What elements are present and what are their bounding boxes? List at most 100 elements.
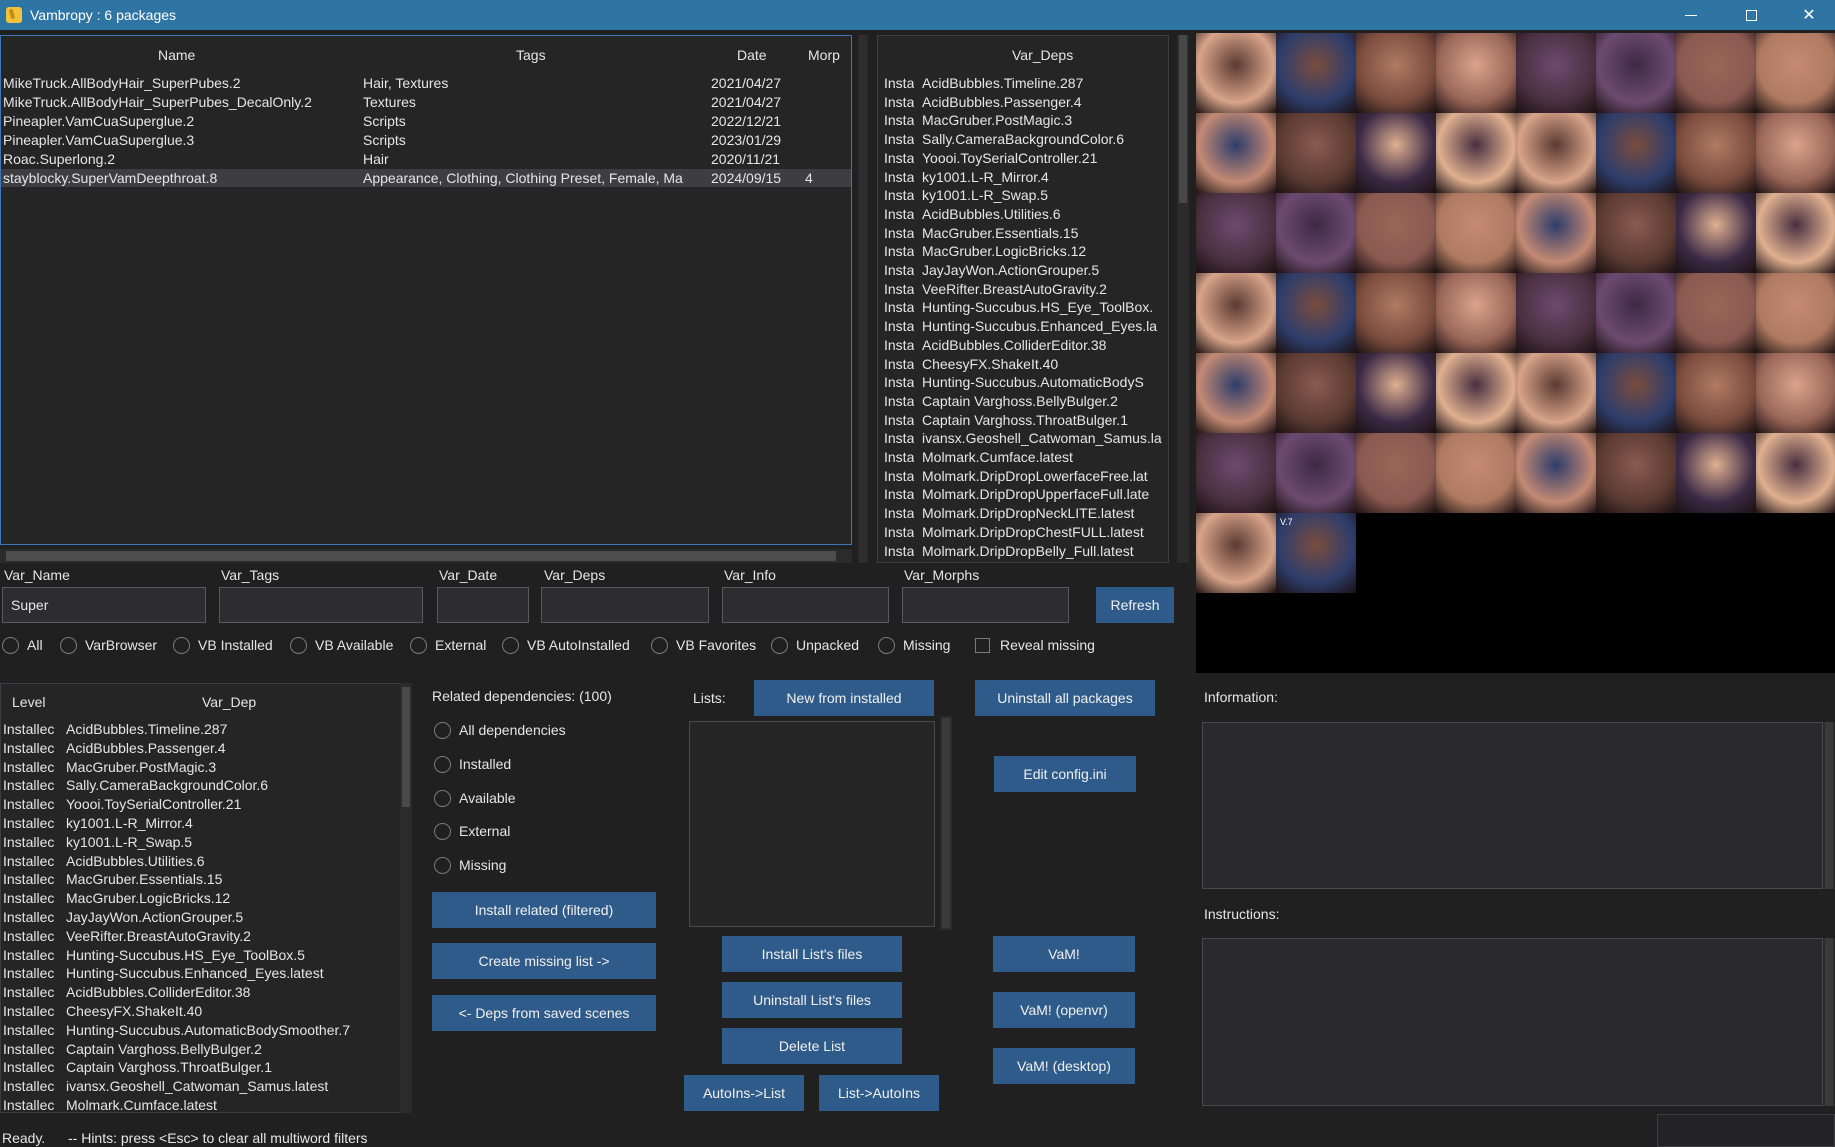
var-dep-row[interactable]: Insta MacGruber.Essentials.15 <box>878 224 1168 242</box>
preview-thumbnail[interactable] <box>1596 193 1676 273</box>
scope-radio-unpacked[interactable]: Unpacked <box>771 635 859 655</box>
dependency-row[interactable]: Installec CheesyFX.ShakeIt.40 <box>1 1002 399 1020</box>
scope-radio-external[interactable]: External <box>410 635 486 655</box>
dependency-row[interactable]: Installec Sally.CameraBackgroundColor.6 <box>1 776 399 794</box>
preview-thumbnail[interactable] <box>1436 113 1516 193</box>
var-dep-row[interactable]: Insta Hunting-Succubus.Enhanced_Eyes.la <box>878 317 1168 335</box>
edit-config-button[interactable]: Edit config.ini <box>994 756 1136 792</box>
preview-thumbnail[interactable] <box>1276 273 1356 353</box>
dependency-row[interactable]: Installec Hunting-Succubus.AutomaticBodyS… <box>1 1021 399 1039</box>
preview-thumbnail[interactable] <box>1436 33 1516 113</box>
var-dep-row[interactable]: Insta Molmark.DripDropUpperfaceFull.late <box>878 485 1168 503</box>
scope-radio-varbrowser[interactable]: VarBrowser <box>60 635 157 655</box>
preview-thumbnail[interactable] <box>1596 353 1676 433</box>
var-dep-row[interactable]: Insta Hunting-Succubus.AutomaticBodyS <box>878 373 1168 391</box>
preview-thumbnail[interactable] <box>1356 433 1436 513</box>
lists-listbox[interactable] <box>689 721 935 927</box>
deps-from-saved-scenes-button[interactable]: <- Deps from saved scenes <box>432 995 656 1031</box>
preview-thumbnail[interactable] <box>1276 433 1356 513</box>
preview-thumbnail[interactable] <box>1756 273 1835 353</box>
dependency-row[interactable]: Installec ky1001.L-R_Swap.5 <box>1 833 399 851</box>
preview-thumbnail[interactable] <box>1436 273 1516 353</box>
preview-thumbnail[interactable] <box>1436 433 1516 513</box>
var-deps-table[interactable]: Var_Deps Insta AcidBubbles.Timeline.287 In… <box>877 35 1169 563</box>
dependency-table[interactable]: Level Var_Dep Installec AcidBubbles.Timel… <box>0 683 412 1113</box>
preview-thumbnail[interactable] <box>1356 193 1436 273</box>
column-header-var-dep[interactable]: Var_Dep <box>202 694 256 710</box>
dependency-row[interactable]: Installec ky1001.L-R_Mirror.4 <box>1 814 399 832</box>
vam-openvr-button[interactable]: VaM! (openvr) <box>993 992 1135 1028</box>
minimize-icon[interactable] <box>1665 0 1717 30</box>
dependency-row[interactable]: Installec Captain Varghoss.BellyBulger.2 <box>1 1040 399 1058</box>
var-dep-row[interactable]: Insta Molmark.DripDropBelly_Full.latest <box>878 542 1168 560</box>
dependency-row[interactable]: Installec MacGruber.PostMagic.3 <box>1 758 399 776</box>
preview-thumbnail[interactable] <box>1356 33 1436 113</box>
related-radio-external[interactable]: External <box>434 821 510 841</box>
preview-thumbnail[interactable] <box>1196 273 1276 353</box>
autoins-to-list-button[interactable]: AutoIns->List <box>684 1075 804 1111</box>
preview-thumbnail[interactable] <box>1356 273 1436 353</box>
var-dep-row[interactable]: Insta Molmark.DripDropNeckLITE.latest <box>878 504 1168 522</box>
packages-vscroll[interactable] <box>858 35 868 563</box>
preview-thumbnail[interactable] <box>1756 353 1835 433</box>
lists-vscroll[interactable] <box>940 716 952 930</box>
column-header-morphs[interactable]: Morp <box>808 47 840 63</box>
var-deps-input[interactable] <box>541 587 709 623</box>
preview-thumbnails[interactable]: V.7 <box>1196 33 1835 673</box>
uninstall-list-files-button[interactable]: Uninstall List's files <box>722 982 902 1018</box>
scope-radio-vb-favorites[interactable]: VB Favorites <box>651 635 756 655</box>
related-radio-installed[interactable]: Installed <box>434 754 511 774</box>
var-info-input[interactable] <box>722 587 889 623</box>
column-header-tags[interactable]: Tags <box>516 47 546 63</box>
dependency-row[interactable]: Installec AcidBubbles.ColliderEditor.38 <box>1 983 399 1001</box>
scope-radio-vb-autoinstalled[interactable]: VB AutoInstalled <box>502 635 630 655</box>
var-dep-row[interactable]: Insta Molmark.DripDropChestFULL.latest <box>878 523 1168 541</box>
column-header-var-deps[interactable]: Var_Deps <box>1012 47 1073 63</box>
dependency-row[interactable]: Installec JayJayWon.ActionGrouper.5 <box>1 908 399 926</box>
scope-radio-missing[interactable]: Missing <box>878 635 950 655</box>
var-dep-row[interactable]: Insta AcidBubbles.Utilities.6 <box>878 205 1168 223</box>
maximize-icon[interactable] <box>1725 0 1777 30</box>
preview-thumbnail[interactable] <box>1196 433 1276 513</box>
dependency-row[interactable]: Installec ivansx.Geoshell_Catwoman_Samus.… <box>1 1077 399 1095</box>
preview-thumbnail[interactable] <box>1356 353 1436 433</box>
preview-thumbnail[interactable] <box>1676 33 1756 113</box>
preview-thumbnail[interactable] <box>1516 273 1596 353</box>
preview-thumbnail[interactable] <box>1196 513 1276 593</box>
preview-thumbnail[interactable] <box>1196 33 1276 113</box>
var-dep-row[interactable]: Insta Molmark.Cumface.latest <box>878 448 1168 466</box>
preview-thumbnail[interactable] <box>1196 353 1276 433</box>
install-related-button[interactable]: Install related (filtered) <box>432 892 656 928</box>
preview-thumbnail[interactable] <box>1596 273 1676 353</box>
var-dep-row[interactable]: Insta AcidBubbles.Passenger.4 <box>878 93 1168 111</box>
preview-thumbnail[interactable] <box>1196 193 1276 273</box>
dependency-row[interactable]: Installec MacGruber.Essentials.15 <box>1 870 399 888</box>
var-dep-row[interactable]: Insta MacGruber.PostMagic.3 <box>878 111 1168 129</box>
preview-thumbnail[interactable] <box>1516 33 1596 113</box>
scope-radio-vb-installed[interactable]: VB Installed <box>173 635 273 655</box>
preview-thumbnail[interactable] <box>1676 113 1756 193</box>
dependency-vscroll[interactable] <box>400 683 412 1113</box>
var-dep-row[interactable]: Insta AcidBubbles.ColliderEditor.38 <box>878 336 1168 354</box>
var-morphs-input[interactable] <box>902 587 1069 623</box>
refresh-button[interactable]: Refresh <box>1096 587 1174 623</box>
package-row[interactable]: MikeTruck.AllBodyHair_SuperPubes.2 Hair, … <box>1 74 851 92</box>
preview-thumbnail[interactable] <box>1436 193 1516 273</box>
package-row[interactable]: MikeTruck.AllBodyHair_SuperPubes_DecalOn… <box>1 93 851 111</box>
var-dep-row[interactable]: Insta VeeRifter.BreastAutoGravity.2 <box>878 280 1168 298</box>
package-row[interactable]: Pineapler.VamCuaSuperglue.2 Scripts 2022/1… <box>1 112 851 130</box>
instructions-textbox[interactable] <box>1202 938 1823 1106</box>
var-dep-row[interactable]: Insta ky1001.L-R_Mirror.4 <box>878 168 1168 186</box>
var-deps-vscroll[interactable] <box>1177 35 1189 563</box>
reveal-missing-checkbox[interactable]: Reveal missing <box>975 635 1095 655</box>
preview-thumbnail[interactable] <box>1196 113 1276 193</box>
list-to-autoins-button[interactable]: List->AutoIns <box>819 1075 939 1111</box>
preview-thumbnail[interactable] <box>1516 113 1596 193</box>
dependency-row[interactable]: Installec AcidBubbles.Utilities.6 <box>1 852 399 870</box>
preview-thumbnail[interactable] <box>1756 113 1835 193</box>
scope-radio-all[interactable]: All <box>2 635 43 655</box>
var-dep-row[interactable]: Insta Yoooi.ToySerialController.21 <box>878 149 1168 167</box>
delete-list-button[interactable]: Delete List <box>722 1028 902 1064</box>
column-header-name[interactable]: Name <box>158 47 195 63</box>
var-name-input[interactable] <box>2 587 206 623</box>
